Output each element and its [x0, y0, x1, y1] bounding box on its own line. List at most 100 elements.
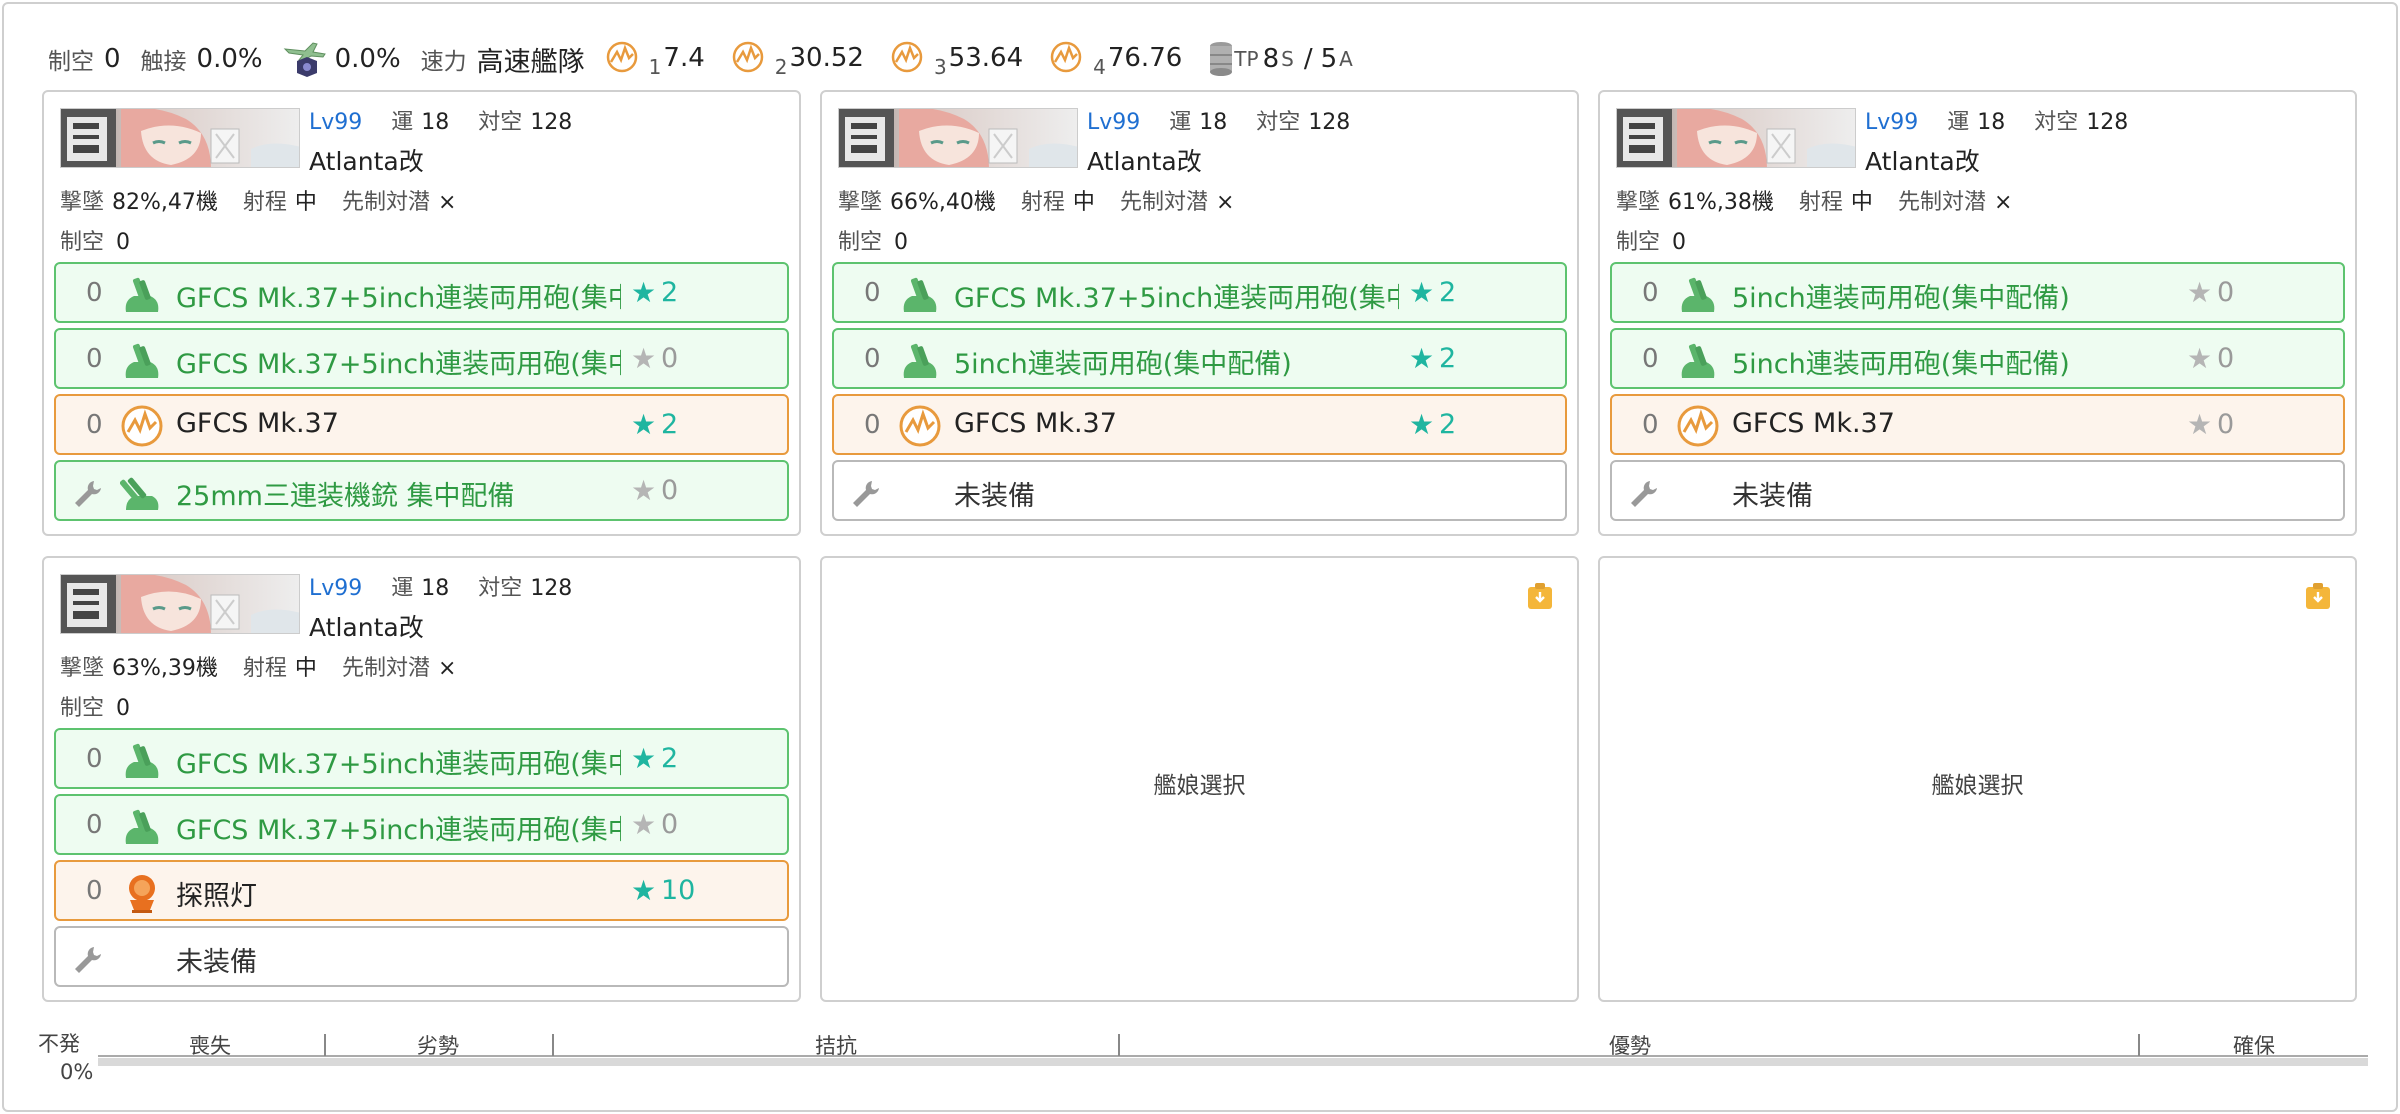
tp-label: TP: [1234, 47, 1259, 71]
slot-count: 0: [86, 876, 103, 906]
ship-card[interactable]: Lv99 運 18 対空 128 Atlanta改 撃墜 82%,47機 射程中 先制…: [42, 90, 801, 536]
ship-luck-label: 運: [391, 110, 414, 135]
oasw-value: ×: [1215, 190, 1235, 215]
ship-name[interactable]: Atlanta改: [1087, 142, 1202, 178]
equipment-slot[interactable]: 0 GFCS Mk.37+5inch連装両用砲(集中配備) ★2: [54, 262, 789, 323]
equipment-slot[interactable]: 0 探照灯 ★ 10: [54, 860, 789, 921]
equipment-slot[interactable]: 0 GFCS Mk.37 ★ 2: [832, 394, 1567, 455]
ship-portrait[interactable]: [60, 108, 300, 168]
air-bar-tick: [324, 1034, 326, 1056]
oasw-value: ×: [437, 656, 457, 681]
equipment-slot[interactable]: 未装備: [1610, 460, 2345, 521]
los-3-value: 53.64: [948, 42, 1024, 73]
ship-name[interactable]: Atlanta改: [309, 608, 424, 644]
equipment-name: GFCS Mk.37: [1732, 408, 1895, 439]
range-label: 射程: [1798, 190, 1843, 215]
bag-icon[interactable]: [1527, 582, 1553, 610]
wrench-icon[interactable]: [850, 478, 882, 514]
slot-count: 0: [1642, 410, 1659, 440]
equipment-slot[interactable]: 0 GFCS Mk.37 ★ 2: [54, 394, 789, 455]
ship-luck-label: 運: [1169, 110, 1192, 135]
improvement-level: 2: [661, 277, 679, 308]
searchlight-icon: [120, 870, 164, 918]
equipment-slots: 0GFCS Mk.37+5inch連装両用砲(集中配備)★2 0 GFCS Mk.3…: [54, 728, 789, 992]
slot-count: 0: [864, 344, 881, 374]
ship-portrait[interactable]: [60, 574, 300, 634]
ship-level-value: 99: [334, 576, 363, 601]
improvement-level: 0: [2217, 409, 2235, 440]
ship-portrait[interactable]: [1616, 108, 1856, 168]
range-label: 射程: [242, 190, 287, 215]
ship-aa-value: 128: [530, 576, 573, 601]
select-ship-label: 艦娘選択: [1153, 773, 1246, 799]
slot-count: 0: [86, 344, 103, 374]
radar-icon: [898, 404, 942, 452]
ship-card[interactable]: Lv99 運 18 対空 128 Atlanta改 撃墜 63%,39機 射程中 先制…: [42, 556, 801, 1002]
ship-air-label: 制空: [838, 230, 883, 255]
bag-icon[interactable]: [2305, 582, 2331, 610]
gun-icon: [898, 272, 942, 320]
improvement-level: 0: [661, 809, 679, 840]
ship-aa-label: 対空: [478, 576, 523, 601]
improvement-star-icon: ★: [631, 474, 657, 507]
equipment-slot[interactable]: 0GFCS Mk.37+5inch連装両用砲(集中配備)★0: [54, 794, 789, 855]
los-3-sub: 3: [933, 54, 947, 79]
ship-card[interactable]: Lv99 運 18 対空 128 Atlanta改 撃墜 61%,38機 射程中 先制…: [1598, 90, 2357, 536]
equipment-slot[interactable]: 0GFCS Mk.37+5inch連装両用砲(集中配備)★0: [54, 328, 789, 389]
empty-ship-slot[interactable]: 艦娘選択: [820, 556, 1579, 1002]
equipment-slot[interactable]: 0 5inch連装両用砲(集中配備) ★ 0: [1610, 328, 2345, 389]
equipment-name: 未装備: [176, 947, 257, 978]
ship-name[interactable]: Atlanta改: [309, 142, 424, 178]
ship-header: Lv99 運 18 対空 128 Atlanta改: [838, 108, 1576, 176]
improvement-star-icon: ★: [631, 408, 657, 441]
equipment-name: 5inch連装両用砲(集中配備): [1732, 283, 2070, 314]
wrench-icon[interactable]: [1628, 478, 1660, 514]
ship-meta: Lv99 運 18 対空 128: [309, 104, 594, 136]
oasw-label: 先制対潜: [1119, 190, 1208, 215]
ship-aa-value: 128: [530, 110, 573, 135]
equipment-slot[interactable]: 未装備: [832, 460, 1567, 521]
air-state-left-top: 不発: [38, 1032, 80, 1056]
ship-air-power: 制空 0: [1616, 224, 1686, 256]
ship-name[interactable]: Atlanta改: [1865, 142, 1980, 178]
fleet-stats-bar: 制空 0 触接 0.0% 0.0% 速力 高速艦隊 17.4 230.52 35…: [48, 34, 1355, 84]
range-value: 中: [294, 656, 317, 681]
equipment-slot[interactable]: 25mm三連装機銃 集中配備 ★ 0: [54, 460, 789, 521]
empty-ship-slot[interactable]: 艦娘選択: [1598, 556, 2357, 1002]
air-state-left-bottom: 0%: [60, 1060, 94, 1084]
zone-superiority: 優勢: [1609, 1034, 1651, 1058]
wrench-icon[interactable]: [72, 478, 104, 514]
oasw-label: 先制対潜: [341, 656, 430, 681]
ship-luck-value: 18: [1199, 110, 1228, 135]
equipment-slots: 0GFCS Mk.37+5inch連装両用砲(集中配備)★20GFCS Mk.3…: [54, 262, 789, 526]
equipment-slot[interactable]: 0 5inch連装両用砲(集中配備) ★ 0: [1610, 262, 2345, 323]
equipment-slot[interactable]: 0 5inch連装両用砲(集中配備) ★ 2: [832, 328, 1567, 389]
improvement-star-icon: ★: [631, 874, 657, 907]
improvement-star-icon: ★: [1409, 408, 1435, 441]
ship-air-label: 制空: [60, 230, 105, 255]
ship-portrait-image: [61, 109, 299, 167]
ship-header: Lv99 運 18 対空 128 Atlanta改: [1616, 108, 2354, 176]
ship-luck-label: 運: [1947, 110, 1970, 135]
ship-air-label: 制空: [1616, 230, 1661, 255]
shootdown-value: 82%,47機: [112, 190, 218, 215]
tp-a-value: 5: [1320, 44, 1338, 74]
ship-portrait[interactable]: [838, 108, 1078, 168]
ship-air-power: 制空 0: [60, 224, 130, 256]
equipment-slot[interactable]: 0 GFCS Mk.37+5inch連装両用砲(集中配備) ★2: [54, 728, 789, 789]
ship-card[interactable]: Lv99 運 18 対空 128 Atlanta改 撃墜 66%,40機 射程中 先制…: [820, 90, 1579, 536]
improvement-level: 0: [2217, 277, 2235, 308]
equipment-slot[interactable]: 0 GFCS Mk.37 ★ 0: [1610, 394, 2345, 455]
shootdown-value: 66%,40機: [890, 190, 996, 215]
equipment-slot[interactable]: 未装備: [54, 926, 789, 987]
equipment-name: 5inch連装両用砲(集中配備): [954, 349, 1292, 380]
equipment-name: GFCS Mk.37+5inch連装両用砲(集中配備): [176, 815, 621, 846]
ship-aa-value: 128: [1308, 110, 1351, 135]
contact-value: 0.0%: [196, 44, 263, 74]
ship-level-prefix: Lv: [1087, 110, 1113, 135]
improvement-level: 10: [661, 875, 696, 906]
tp-separator: /: [1303, 44, 1313, 74]
wrench-icon[interactable]: [72, 944, 104, 980]
ship-level: Lv99: [309, 576, 362, 601]
equipment-slot[interactable]: 0 GFCS Mk.37+5inch連装両用砲(集中配備) ★2: [832, 262, 1567, 323]
